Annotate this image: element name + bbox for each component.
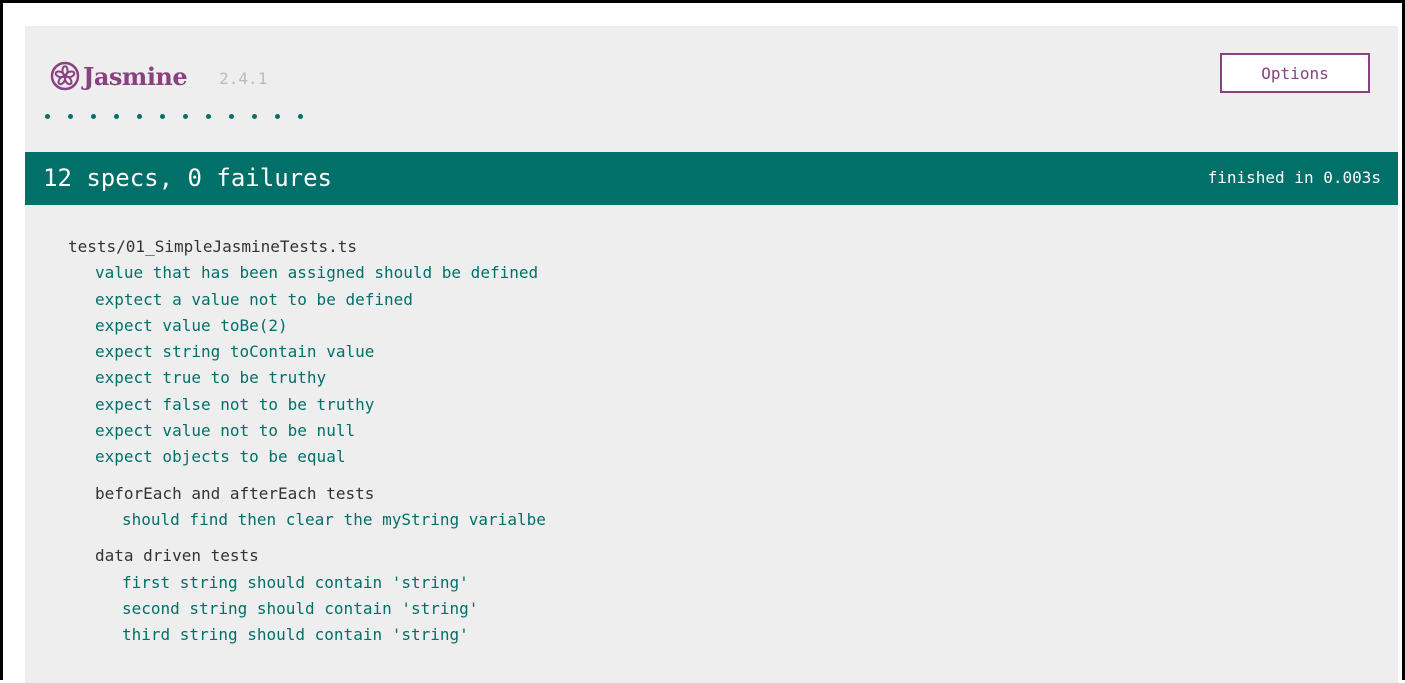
spec-item[interactable]: exptect a value not to be defined xyxy=(68,287,546,313)
spec-item[interactable]: third string should contain 'string' xyxy=(95,622,546,648)
summary-bar: 12 specs, 0 failures finished in 0.003s xyxy=(25,152,1398,205)
subsuite-data-driven: data driven tests first string should co… xyxy=(68,543,546,648)
jasmine-report: Jasmine 2.4.1 Options 12 specs, 0 failur… xyxy=(25,26,1398,683)
spec-item[interactable]: first string should contain 'string' xyxy=(95,570,546,596)
suite-title[interactable]: tests/01_SimpleJasmineTests.ts xyxy=(68,234,546,260)
jasmine-flower-icon xyxy=(50,61,80,91)
spec-item[interactable]: expect string toContain value xyxy=(68,339,546,365)
spec-item[interactable]: should find then clear the myString vari… xyxy=(95,507,546,533)
summary-text: 12 specs, 0 failures xyxy=(43,164,332,192)
spec-passed-dot xyxy=(252,114,257,119)
jasmine-logo[interactable]: Jasmine xyxy=(50,61,188,91)
spec-item[interactable]: expect value not to be null xyxy=(68,418,546,444)
spec-passed-dot xyxy=(183,114,188,119)
spec-item[interactable]: second string should contain 'string' xyxy=(95,596,546,622)
spec-passed-dot xyxy=(229,114,234,119)
spec-passed-dot xyxy=(91,114,96,119)
results-list: tests/01_SimpleJasmineTests.ts value tha… xyxy=(68,234,546,648)
logo-text: Jasmine xyxy=(83,61,188,91)
spec-progress-dots xyxy=(45,114,321,119)
spec-passed-dot xyxy=(45,114,50,119)
spec-item[interactable]: expect value toBe(2) xyxy=(68,313,546,339)
version-label: 2.4.1 xyxy=(219,68,268,88)
spec-item[interactable]: expect objects to be equal xyxy=(68,444,546,470)
banner: Jasmine 2.4.1 xyxy=(50,56,267,96)
spec-passed-dot xyxy=(114,114,119,119)
browser-frame: Jasmine 2.4.1 Options 12 specs, 0 failur… xyxy=(0,0,1405,683)
spec-passed-dot xyxy=(275,114,280,119)
spec-passed-dot xyxy=(137,114,142,119)
subsuite-title[interactable]: data driven tests xyxy=(95,543,546,569)
spec-item[interactable]: value that has been assigned should be d… xyxy=(68,260,546,286)
spec-passed-dot xyxy=(68,114,73,119)
spec-item[interactable]: expect false not to be truthy xyxy=(68,392,546,418)
spec-passed-dot xyxy=(160,114,165,119)
subsuite-title[interactable]: beforEach and afterEach tests xyxy=(95,481,546,507)
spec-passed-dot xyxy=(206,114,211,119)
subsuite-before-after: beforEach and afterEach tests should fin… xyxy=(68,481,546,534)
duration-text: finished in 0.003s xyxy=(1207,168,1381,187)
spec-passed-dot xyxy=(298,114,303,119)
options-button[interactable]: Options xyxy=(1220,53,1370,93)
spec-item[interactable]: expect true to be truthy xyxy=(68,365,546,391)
